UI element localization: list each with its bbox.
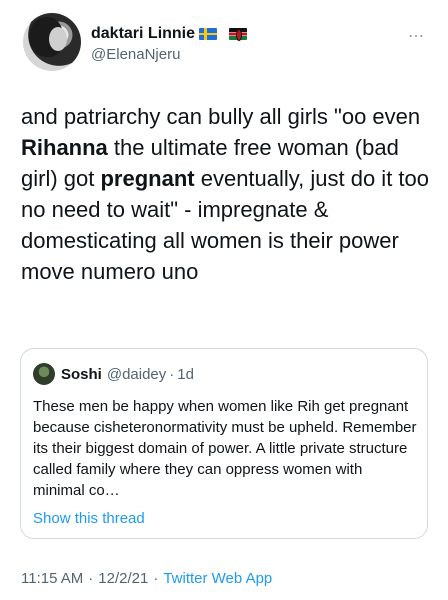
quoted-author-name: Soshi [61, 365, 102, 383]
tweet-header: daktari Linnie @ElenaNjeru ⋯ [0, 0, 448, 82]
quoted-tweet-text: These men be happy when women like Rih g… [33, 398, 417, 499]
avatar-face-shape [49, 27, 67, 51]
meta-separator-2: · [153, 570, 159, 587]
author-name[interactable]: daktari Linnie [91, 25, 195, 43]
quoted-time-separator: · [169, 365, 175, 383]
kenya-flag-icon [229, 28, 248, 41]
show-thread-link[interactable]: Show this thread [33, 510, 145, 527]
quoted-tweet[interactable]: Soshi @daidey · 1d These men be happy wh… [20, 348, 428, 539]
quoted-tweet-header: Soshi @daidey · 1d [33, 363, 194, 385]
quoted-author-handle: @daidey [106, 365, 167, 383]
tweet-time[interactable]: 11:15 AM [21, 570, 83, 587]
author-handle[interactable]: @ElenaNjeru [91, 46, 180, 63]
author-name-row: daktari Linnie [91, 25, 248, 43]
quoted-author-avatar [33, 363, 55, 385]
tweet-body: and patriarchy can bully all girls "oo e… [21, 101, 431, 287]
tweet-text-bold-pregnant: pregnant [100, 166, 195, 191]
sweden-flag-icon [199, 28, 218, 40]
tweet-metadata: 11:15 AM · 12/2/21 · Twitter Web App [21, 570, 272, 587]
author-avatar[interactable] [23, 13, 81, 71]
tweet-text-bold-rihanna: Rihanna [21, 135, 108, 160]
tweet-text-part1: and patriarchy can bully all girls "oo e… [21, 104, 421, 129]
meta-separator-1: · [88, 570, 94, 587]
quoted-tweet-time: 1d [177, 365, 194, 383]
more-options-icon[interactable]: ⋯ [408, 26, 425, 46]
tweet-date[interactable]: 12/2/21 [98, 570, 148, 587]
source-app-link[interactable]: Twitter Web App [163, 570, 272, 587]
